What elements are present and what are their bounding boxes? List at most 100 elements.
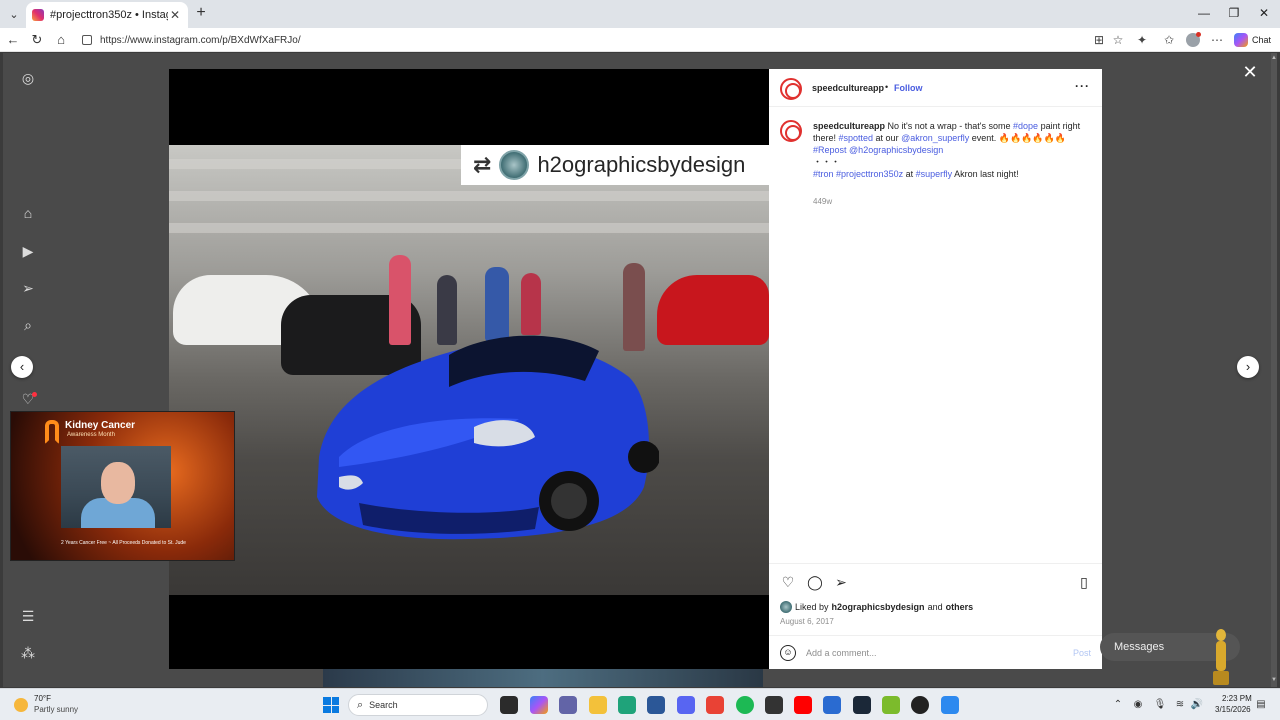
liked-by-others[interactable]: others bbox=[946, 602, 974, 612]
teams-icon[interactable] bbox=[559, 696, 577, 714]
reels-icon[interactable]: ▶ bbox=[19, 242, 37, 260]
copilot-chat-button[interactable]: Chat bbox=[1234, 31, 1271, 49]
taskbar-search[interactable]: ⌕ Search bbox=[348, 694, 488, 716]
awareness-ribbon-icon bbox=[45, 420, 59, 444]
minimize-window-button[interactable]: — bbox=[1194, 4, 1214, 22]
post-comment-button[interactable]: Post bbox=[1073, 648, 1091, 658]
copilot-app-icon[interactable] bbox=[530, 696, 548, 714]
save-bookmark-icon[interactable]: ▯ bbox=[1076, 574, 1092, 590]
also-from-meta-icon[interactable]: ⁂ bbox=[19, 644, 37, 662]
new-tab-button[interactable]: + bbox=[192, 4, 210, 22]
hashtag-repost[interactable]: #Repost bbox=[813, 145, 847, 155]
favorites-icon[interactable]: ✩ bbox=[1160, 31, 1178, 49]
hashtag-dope[interactable]: #dope bbox=[1013, 121, 1038, 131]
previous-post-button[interactable]: ‹ bbox=[11, 356, 33, 378]
liked-by-user[interactable]: h2ographicsbydesign bbox=[832, 602, 925, 612]
app-w-icon[interactable] bbox=[882, 696, 900, 714]
app-available-icon[interactable]: ⊞ bbox=[1090, 31, 1108, 49]
home-icon[interactable]: ⌂ bbox=[19, 204, 37, 222]
microphone-icon[interactable]: 🎙 bbox=[1153, 699, 1167, 710]
tray-overflow-chevron-icon[interactable]: ⌃ bbox=[1111, 699, 1125, 710]
liker-avatar[interactable] bbox=[780, 601, 792, 613]
tray-network-app-icon[interactable]: ◉ bbox=[1131, 699, 1145, 710]
author-avatar[interactable] bbox=[780, 78, 802, 100]
comment-bubble-icon[interactable]: ◯ bbox=[807, 574, 823, 590]
tab-actions-menu-icon[interactable]: ⌄ bbox=[4, 4, 24, 24]
liked-by-and: and bbox=[927, 602, 943, 612]
weather-description[interactable]: Partly sunny bbox=[34, 705, 78, 714]
file-explorer-icon[interactable] bbox=[589, 696, 607, 714]
golden-statue-overlay bbox=[1213, 629, 1229, 685]
share-send-icon[interactable]: ➢ bbox=[833, 574, 849, 590]
author-username[interactable]: speedcultureapp bbox=[812, 83, 884, 93]
weather-temperature[interactable]: 70°F bbox=[34, 694, 51, 703]
comment-input[interactable]: Add a comment... bbox=[806, 648, 877, 658]
direct-send-icon[interactable]: ➢ bbox=[19, 279, 37, 297]
extensions-icon[interactable]: ✦ bbox=[1133, 31, 1151, 49]
browser-tab-strip: ⌄ #projecttron350z • Instagram ✕ + — ❐ ✕ bbox=[0, 0, 1280, 28]
red-car bbox=[657, 275, 769, 345]
notification-center-icon[interactable]: ▤ bbox=[1254, 699, 1268, 710]
caption-avatar[interactable] bbox=[780, 120, 802, 142]
clock-time[interactable]: 2:23 PM bbox=[1222, 694, 1252, 703]
liked-by-summary: Liked by h2ographicsbydesign and others bbox=[780, 601, 976, 613]
post-media[interactable]: ⇄ h2ographicsbydesign bbox=[169, 69, 769, 669]
edge-browser-icon[interactable] bbox=[618, 696, 636, 714]
media-app-icon[interactable] bbox=[823, 696, 841, 714]
more-options-icon[interactable]: ··· bbox=[1075, 79, 1090, 93]
notification-dot bbox=[32, 392, 37, 397]
webcam-feed bbox=[61, 446, 171, 528]
paint-app-icon[interactable] bbox=[941, 696, 959, 714]
post-header: speedcultureapp • Follow ··· bbox=[769, 69, 1102, 107]
post-date[interactable]: August 6, 2017 bbox=[780, 617, 834, 626]
weather-sun-icon[interactable] bbox=[14, 698, 28, 712]
favorite-star-icon[interactable]: ☆ bbox=[1109, 31, 1127, 49]
hashtag-projecttron350z[interactable]: #projecttron350z bbox=[836, 169, 903, 179]
hashtag-tron[interactable]: #tron bbox=[813, 169, 834, 179]
settings-more-icon[interactable]: ⋯ bbox=[1208, 31, 1226, 49]
scroll-down-arrow-icon[interactable]: ▼ bbox=[1271, 677, 1277, 683]
spotify-icon[interactable] bbox=[736, 696, 754, 714]
fire-emojis: 🔥🔥🔥🔥🔥🔥 bbox=[998, 133, 1067, 143]
follow-button[interactable]: Follow bbox=[894, 83, 923, 93]
app-circle-icon[interactable] bbox=[911, 696, 929, 714]
close-window-button[interactable]: ✕ bbox=[1254, 4, 1274, 22]
search-icon[interactable]: ⌕ bbox=[19, 316, 37, 334]
more-menu-icon[interactable]: ☰ bbox=[19, 607, 37, 625]
start-button[interactable] bbox=[323, 697, 339, 713]
task-view-icon[interactable] bbox=[500, 696, 518, 714]
mention-akron-superfly[interactable]: @akron_superfly bbox=[901, 133, 969, 143]
caption-text: No it's not a wrap - that's some bbox=[885, 121, 1014, 131]
next-post-button[interactable]: › bbox=[1237, 356, 1259, 378]
hashtag-superfly[interactable]: #superfly bbox=[916, 169, 953, 179]
store-icon[interactable] bbox=[647, 696, 665, 714]
hashtag-spotted[interactable]: #spotted bbox=[839, 133, 874, 143]
emoji-smiley-icon[interactable]: ☺ bbox=[780, 645, 796, 661]
refresh-button[interactable]: ↻ bbox=[28, 31, 46, 49]
scroll-up-arrow-icon[interactable]: ▲ bbox=[1271, 55, 1277, 61]
volume-icon[interactable]: 🔊 bbox=[1190, 699, 1204, 710]
back-button[interactable]: ← bbox=[4, 31, 22, 49]
steam-icon[interactable] bbox=[853, 696, 871, 714]
like-heart-icon[interactable]: ♡ bbox=[780, 574, 796, 590]
caption-text: event. bbox=[969, 133, 999, 143]
liked-by-prefix: Liked by bbox=[795, 602, 829, 612]
youtube-icon[interactable] bbox=[794, 696, 812, 714]
wifi-icon[interactable]: ≋ bbox=[1173, 699, 1187, 710]
clock-date[interactable]: 3/15/2026 bbox=[1215, 705, 1251, 714]
instagram-logo-icon[interactable]: ◎ bbox=[19, 69, 37, 87]
restore-window-button[interactable]: ❐ bbox=[1224, 4, 1244, 22]
discord-icon[interactable] bbox=[677, 696, 695, 714]
obs-icon[interactable] bbox=[765, 696, 783, 714]
address-bar[interactable]: https://www.instagram.com/p/BXdWfXaFRJo/ bbox=[76, 30, 1086, 50]
close-post-icon[interactable]: ✕ bbox=[1239, 61, 1261, 83]
repost-overlay-name: h2ographicsbydesign bbox=[537, 152, 746, 177]
caption-age[interactable]: 449w bbox=[813, 197, 832, 206]
page-scrollbar[interactable] bbox=[1271, 53, 1277, 687]
browser-tab[interactable]: #projecttron350z • Instagram ✕ bbox=[26, 2, 188, 28]
chrome-icon[interactable] bbox=[706, 696, 724, 714]
mention-h2ographicsbydesign[interactable]: @h2ographicsbydesign bbox=[849, 145, 943, 155]
close-tab-icon[interactable]: ✕ bbox=[168, 8, 182, 22]
home-button[interactable]: ⌂ bbox=[52, 31, 70, 49]
caption-username[interactable]: speedcultureapp bbox=[813, 121, 885, 131]
